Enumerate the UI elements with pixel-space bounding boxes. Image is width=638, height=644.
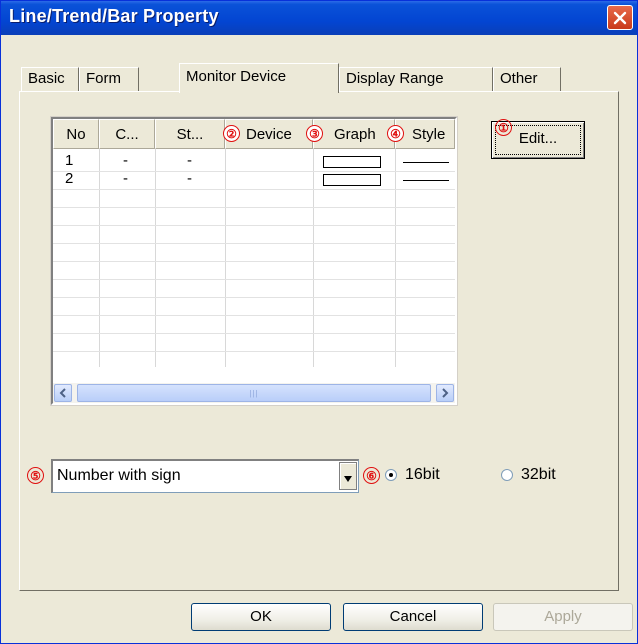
tab-form[interactable]: Form <box>79 67 139 91</box>
grid-line <box>53 351 455 352</box>
chevron-down-icon <box>344 476 352 482</box>
column-graph[interactable]: Graph <box>313 119 395 149</box>
property-dialog: Line/Trend/Bar Property Basic Form Monit… <box>0 0 638 644</box>
radio-32bit[interactable]: 32bit <box>501 465 556 485</box>
tab-other[interactable]: Other <box>493 67 561 91</box>
grid-line <box>53 243 455 244</box>
grid-line <box>53 315 455 316</box>
window-title: Line/Trend/Bar Property <box>9 6 219 26</box>
dialog-client: Basic Form Monitor Device Display Range … <box>3 35 635 641</box>
number-format-value: Number with sign <box>57 467 181 484</box>
grid-line <box>53 207 455 208</box>
column-c[interactable]: C... <box>99 119 155 149</box>
arrow-left-icon <box>59 388 66 398</box>
close-icon <box>613 11 627 24</box>
marker-2: ② <box>223 125 240 142</box>
line-style-swatch <box>403 180 449 181</box>
row-no: 2 <box>65 170 74 187</box>
scroll-right-button[interactable] <box>436 384 454 402</box>
device-list[interactable]: No C... St... Device Graph Style 1 - - 2… <box>50 116 458 406</box>
column-no[interactable]: No <box>53 119 99 149</box>
graph-swatch <box>323 174 381 186</box>
tab-monitor-device[interactable]: Monitor Device <box>179 63 339 93</box>
edit-button-label: Edit... <box>518 130 558 147</box>
grid-line <box>53 171 455 172</box>
marker-3: ③ <box>306 125 323 142</box>
dropdown-button[interactable] <box>339 462 357 490</box>
arrow-right-icon <box>442 388 449 398</box>
close-button[interactable] <box>607 5 633 30</box>
grid-line <box>53 261 455 262</box>
apply-button[interactable]: Apply <box>493 603 633 631</box>
row-st: - <box>187 152 192 169</box>
scroll-thumb[interactable]: ||| <box>77 384 431 402</box>
marker-1: ① <box>495 119 512 136</box>
cancel-button[interactable]: Cancel <box>343 603 483 631</box>
scroll-left-button[interactable] <box>54 384 72 402</box>
column-st[interactable]: St... <box>155 119 225 149</box>
table-row[interactable]: 1 - - <box>53 152 455 171</box>
grip-icon: ||| <box>249 388 259 398</box>
line-style-swatch <box>403 162 449 163</box>
tab-basic[interactable]: Basic <box>21 67 79 91</box>
grid-line <box>53 297 455 298</box>
row-st: - <box>187 170 192 187</box>
radio-16bit-label: 16bit <box>405 466 440 483</box>
tab-display-range[interactable]: Display Range <box>339 67 493 91</box>
graph-swatch <box>323 156 381 168</box>
table-row[interactable]: 2 - - <box>53 170 455 189</box>
grid-line <box>53 189 455 190</box>
row-c: - <box>123 170 128 187</box>
grid-line <box>53 279 455 280</box>
radio-16bit[interactable]: 16bit <box>385 465 440 485</box>
marker-4: ④ <box>387 125 404 142</box>
grid-line <box>53 225 455 226</box>
horizontal-scrollbar[interactable]: ||| <box>53 383 455 403</box>
radio-unchecked-icon <box>501 469 513 481</box>
marker-6: ⑥ <box>363 467 380 484</box>
number-format-select[interactable]: Number with sign <box>51 459 359 493</box>
grid-line <box>53 333 455 334</box>
marker-5: ⑤ <box>27 467 44 484</box>
ok-button[interactable]: OK <box>191 603 331 631</box>
column-style[interactable]: Style <box>395 119 455 149</box>
radio-checked-icon <box>385 469 397 481</box>
row-c: - <box>123 152 128 169</box>
title-bar[interactable]: Line/Trend/Bar Property <box>1 1 637 35</box>
row-no: 1 <box>65 152 74 169</box>
radio-32bit-label: 32bit <box>521 466 556 483</box>
